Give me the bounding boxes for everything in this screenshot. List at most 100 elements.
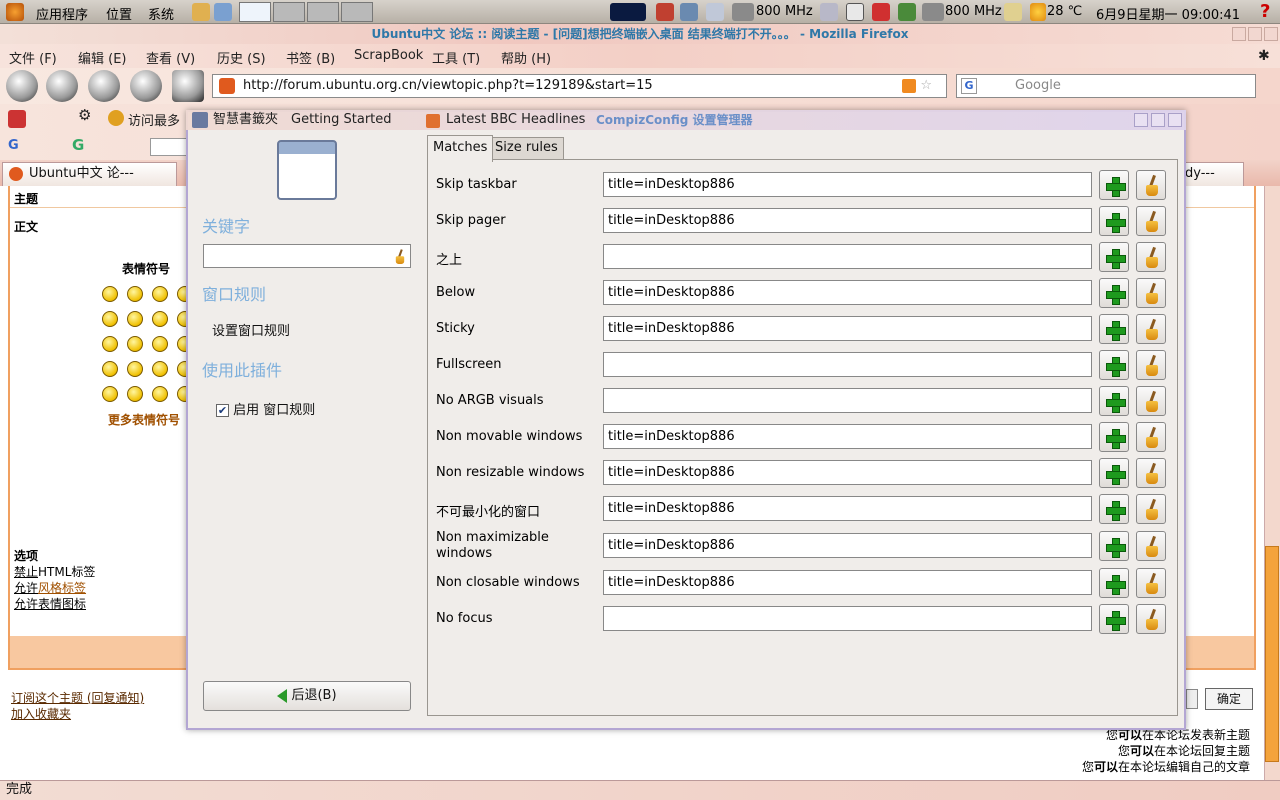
non-closable-add-button[interactable] xyxy=(1099,568,1129,598)
panel-menu-system[interactable]: 系统 xyxy=(148,4,174,23)
tray-icon[interactable] xyxy=(656,3,674,21)
tray-icon[interactable] xyxy=(680,3,698,21)
menu-view[interactable]: 查看 (V) xyxy=(146,48,195,67)
menu-file[interactable]: 文件 (F) xyxy=(9,48,57,67)
home-icon[interactable] xyxy=(172,70,204,102)
smiley-icon[interactable] xyxy=(102,336,118,352)
sticky-add-button[interactable] xyxy=(1099,314,1129,344)
maximize-icon[interactable] xyxy=(1248,27,1262,41)
non-minimizable-add-button[interactable] xyxy=(1099,494,1129,524)
menu-tools[interactable]: 工具 (T) xyxy=(432,48,480,67)
weather-temperature[interactable]: 28 ℃ xyxy=(1047,4,1082,19)
close-icon[interactable] xyxy=(1264,27,1278,41)
non-resizable-add-button[interactable] xyxy=(1099,458,1129,488)
smiley-icon[interactable] xyxy=(152,286,168,302)
non-maximizable-input[interactable] xyxy=(603,533,1092,558)
help-icon[interactable]: ? xyxy=(1260,3,1276,21)
dialog-titlebar[interactable]: 智慧書籤夾 Getting Started Latest BBC Headlin… xyxy=(186,110,1186,130)
ubuntu-logo-icon[interactable] xyxy=(6,3,24,21)
no-argb-input[interactable] xyxy=(603,388,1092,413)
skip-taskbar-clear-button[interactable] xyxy=(1136,170,1166,200)
skip-taskbar-input[interactable] xyxy=(603,172,1092,197)
notes-icon[interactable] xyxy=(1004,3,1022,21)
mail-icon[interactable] xyxy=(706,3,724,21)
menu-bookmarks[interactable]: 书签 (B) xyxy=(286,48,335,67)
browser-tab-ubuntu-forum[interactable]: Ubuntu中文 论--- xyxy=(2,162,177,186)
bookmark-star-icon[interactable]: ☆ xyxy=(920,75,932,97)
smiley-icon[interactable] xyxy=(152,386,168,402)
workspace-3[interactable] xyxy=(307,2,339,22)
non-resizable-input[interactable] xyxy=(603,460,1092,485)
non-minimizable-input[interactable] xyxy=(603,496,1092,521)
bookmark-most-visited[interactable]: 访问最多 xyxy=(128,110,180,129)
clear-filter-icon[interactable] xyxy=(394,248,406,265)
forward-icon[interactable] xyxy=(46,70,78,102)
menu-history[interactable]: 历史 (S) xyxy=(217,48,266,67)
url-bar[interactable]: http://forum.ubuntu.org.cn/viewtopic.php… xyxy=(212,74,947,98)
rss-icon[interactable] xyxy=(902,79,916,93)
option-smilies[interactable]: 允许表情图标 xyxy=(14,595,86,612)
stop-icon[interactable] xyxy=(130,70,162,102)
reload-icon[interactable] xyxy=(88,70,120,102)
non-minimizable-clear-button[interactable] xyxy=(1136,494,1166,524)
settings-gear-icon[interactable]: ⚙ xyxy=(78,106,91,124)
back-icon[interactable] xyxy=(6,70,38,102)
smiley-icon[interactable] xyxy=(127,286,143,302)
below-add-button[interactable] xyxy=(1099,278,1129,308)
menu-help[interactable]: 帮助 (H) xyxy=(501,48,551,67)
smiley-icon[interactable] xyxy=(152,361,168,377)
bookmark-bbc-headlines[interactable]: Latest BBC Headlines xyxy=(446,110,585,130)
skip-taskbar-add-button[interactable] xyxy=(1099,170,1129,200)
bookmark-getting-started[interactable]: Getting Started xyxy=(291,110,392,130)
fullscreen-input[interactable] xyxy=(603,352,1092,377)
non-maximizable-add-button[interactable] xyxy=(1099,531,1129,561)
smiley-icon[interactable] xyxy=(102,286,118,302)
smiley-icon[interactable] xyxy=(127,386,143,402)
add-favorite-link[interactable]: 加入收藏夹 xyxy=(11,705,71,722)
workspace-1[interactable] xyxy=(239,2,271,22)
smiley-icon[interactable] xyxy=(152,336,168,352)
panel-menu-places[interactable]: 位置 xyxy=(106,4,132,23)
panel-menu-applications[interactable]: 应用程序 xyxy=(36,4,88,23)
jump-select[interactable] xyxy=(1186,689,1198,709)
google-logo[interactable]: G xyxy=(72,136,84,154)
no-argb-add-button[interactable] xyxy=(1099,386,1129,416)
above-add-button[interactable] xyxy=(1099,242,1129,272)
non-movable-add-button[interactable] xyxy=(1099,422,1129,452)
non-closable-clear-button[interactable] xyxy=(1136,568,1166,598)
panel-clock[interactable]: 6月9日星期一 09:00:41 xyxy=(1096,4,1240,23)
smiley-icon[interactable] xyxy=(152,311,168,327)
non-movable-input[interactable] xyxy=(603,424,1092,449)
google-search-input[interactable] xyxy=(150,138,190,156)
category-item-window-rules[interactable]: 设置窗口规则 xyxy=(212,320,290,339)
no-focus-clear-button[interactable] xyxy=(1136,604,1166,634)
workspace-4[interactable] xyxy=(341,2,373,22)
no-focus-input[interactable] xyxy=(603,606,1092,631)
search-box[interactable]: G Google xyxy=(956,74,1256,98)
menu-scrapbook[interactable]: ScrapBook xyxy=(354,48,423,63)
bookmark-smart-folder[interactable]: 智慧書籤夾 xyxy=(213,110,278,130)
google-engine-icon[interactable]: G xyxy=(961,78,977,94)
no-argb-clear-button[interactable] xyxy=(1136,386,1166,416)
tab-size-rules[interactable]: Size rules xyxy=(489,137,564,159)
workspace-2[interactable] xyxy=(273,2,305,22)
tab-matches[interactable]: Matches xyxy=(427,135,494,162)
confirm-button[interactable]: 确定 xyxy=(1205,688,1253,710)
non-maximizable-clear-button[interactable] xyxy=(1136,531,1166,561)
tray-icon[interactable] xyxy=(820,3,838,21)
dialog-close-icon[interactable] xyxy=(1168,113,1182,127)
launcher-icon[interactable] xyxy=(214,3,232,21)
menu-edit[interactable]: 编辑 (E) xyxy=(78,48,127,67)
dialog-minimize-icon[interactable] xyxy=(1134,113,1148,127)
more-smilies-link[interactable]: 更多表情符号 xyxy=(108,411,180,428)
system-monitor-icon[interactable] xyxy=(610,3,646,21)
fullscreen-clear-button[interactable] xyxy=(1136,350,1166,380)
option-html-state[interactable]: 禁止 xyxy=(14,565,38,579)
below-clear-button[interactable] xyxy=(1136,278,1166,308)
skip-pager-add-button[interactable] xyxy=(1099,206,1129,236)
smiley-icon[interactable] xyxy=(102,386,118,402)
enable-plugin-checkbox[interactable]: ✔ xyxy=(216,404,229,417)
fullscreen-add-button[interactable] xyxy=(1099,350,1129,380)
non-movable-clear-button[interactable] xyxy=(1136,422,1166,452)
non-closable-input[interactable] xyxy=(603,570,1092,595)
